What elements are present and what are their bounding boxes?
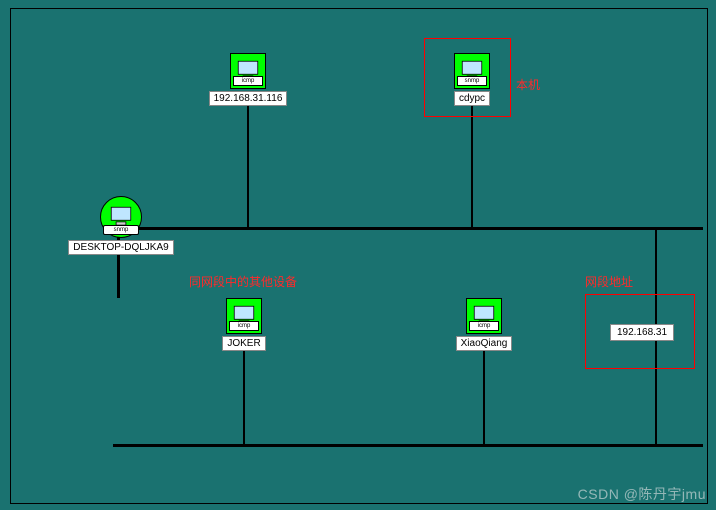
- link-n2: [471, 104, 473, 228]
- proto-badge: snmp: [103, 225, 139, 235]
- computer-icon: icmp: [230, 53, 266, 89]
- node-label: JOKER: [222, 336, 265, 351]
- computer-icon: icmp: [226, 298, 262, 334]
- annotation-other-devices: 同网段中的其他设备: [189, 273, 297, 290]
- node-label: DESKTOP-DQLJKA9: [68, 240, 173, 255]
- computer-icon: icmp: [466, 298, 502, 334]
- node-19216831116[interactable]: icmp 192.168.31.116: [208, 53, 288, 106]
- link-n3: [243, 349, 245, 445]
- node-xiaoqiang[interactable]: icmp XiaoQiang: [444, 298, 524, 351]
- link-n1: [247, 104, 249, 228]
- topology-canvas: icmp 192.168.31.116 snmp cdypc snmp DESK…: [10, 8, 708, 504]
- segment-chip[interactable]: 192.168.31: [610, 324, 674, 341]
- proto-badge: icmp: [233, 76, 263, 86]
- annotation-segment: 网段地址: [585, 273, 633, 290]
- node-label: 192.168.31.116: [209, 91, 288, 106]
- node-root[interactable]: snmp DESKTOP-DQLJKA9: [66, 196, 176, 255]
- proto-badge: icmp: [229, 321, 259, 331]
- annotation-local: 本机: [516, 76, 540, 93]
- bus-lower: [113, 444, 703, 447]
- highlight-local: [424, 38, 511, 117]
- proto-badge: icmp: [469, 321, 499, 331]
- node-label: XiaoQiang: [456, 336, 513, 351]
- node-joker[interactable]: icmp JOKER: [204, 298, 284, 351]
- computer-icon: snmp: [100, 196, 142, 238]
- link-n4: [483, 349, 485, 445]
- watermark: CSDN @陈丹宇jmu: [578, 484, 706, 504]
- bus-upper: [119, 227, 703, 230]
